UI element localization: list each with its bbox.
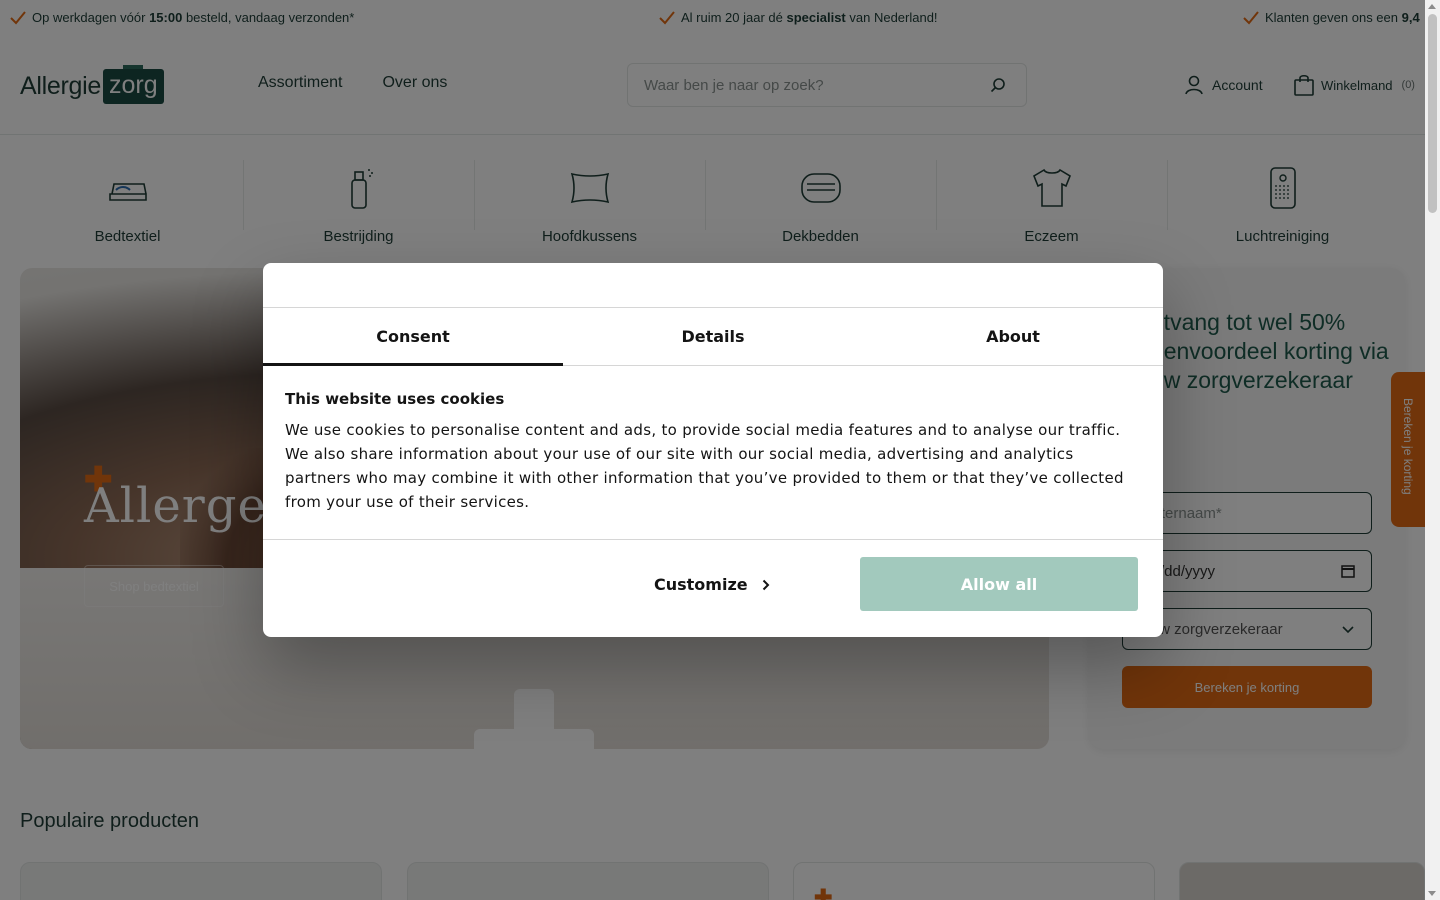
tab-consent[interactable]: Consent: [263, 308, 563, 366]
customize-button[interactable]: Customize: [654, 575, 770, 594]
dialog-footer: Customize Allow all: [263, 540, 1163, 636]
scroll-up-arrow-icon[interactable]: [1428, 4, 1436, 9]
chevron-right-icon: [762, 579, 770, 590]
cookie-consent-dialog: Consent Details About This website uses …: [263, 263, 1163, 637]
allow-all-button[interactable]: Allow all: [860, 557, 1138, 611]
dialog-header: [263, 263, 1163, 308]
cookie-description: We use cookies to personalise content an…: [285, 421, 1124, 511]
cookie-body: This website uses cookies We use cookies…: [263, 366, 1163, 540]
page-scrollbar[interactable]: [1425, 0, 1440, 900]
tab-details[interactable]: Details: [563, 308, 863, 365]
tab-about[interactable]: About: [863, 308, 1163, 365]
cookie-tabs: Consent Details About: [263, 308, 1163, 366]
scrollbar-thumb[interactable]: [1428, 14, 1437, 213]
customize-label: Customize: [654, 575, 748, 594]
scroll-down-arrow-icon[interactable]: [1428, 891, 1436, 896]
cookie-heading: This website uses cookies: [285, 390, 505, 408]
